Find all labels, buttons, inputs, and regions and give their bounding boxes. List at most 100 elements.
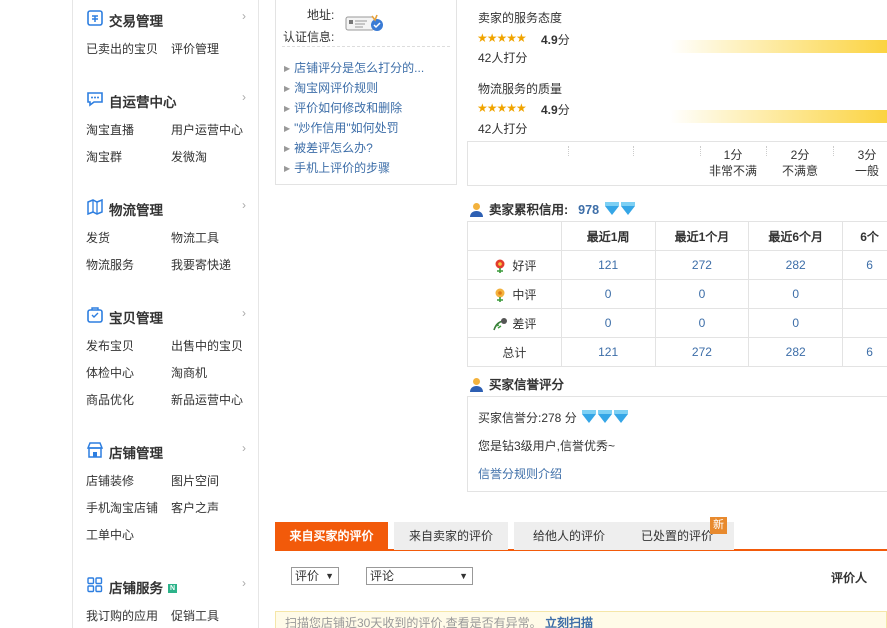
table-cell[interactable]: 0 [748, 308, 844, 338]
sidebar-section-header[interactable]: 交易管理 › [73, 8, 260, 30]
sidebar-link-weitao[interactable]: 发微淘 [171, 148, 207, 165]
credit-rule-link[interactable]: 信誉分规则介绍 [478, 465, 562, 482]
scale-item-2: 2分 不满意 [781, 148, 818, 178]
sidebar-section-title: 店铺管理 [109, 446, 163, 461]
table-cell[interactable]: 121 [560, 250, 656, 280]
goods-icon [87, 307, 103, 323]
help-link-shop-score[interactable]: ▶ 店铺评分是怎么打分的... [284, 59, 424, 76]
table-cell[interactable]: 0 [654, 308, 750, 338]
cert-label: 认证信息: [283, 30, 335, 44]
rating-filter-select[interactable]: 评价 ▼ [291, 567, 339, 585]
buyer-level-text: 您是钻3级用户,信誉优秀~ [478, 439, 616, 453]
table-cell[interactable]: 272 [654, 337, 750, 367]
sidebar: 交易管理 › 已卖出的宝贝 评价管理 自运营中心 › 淘宝直播 用户运营中心 淘… [72, 0, 259, 628]
table-cell[interactable]: 121 [560, 337, 656, 367]
chevron-right-icon[interactable]: › [242, 441, 246, 455]
tab-to-others[interactable]: 给他人的评价 [514, 522, 624, 550]
table-cell[interactable]: 0 [654, 279, 750, 309]
sidebar-link-sold-items[interactable]: 已卖出的宝贝 [86, 40, 158, 57]
sidebar-link-customer-voice[interactable]: 客户之声 [171, 499, 219, 516]
sidebar-link-logistics-service[interactable]: 物流服务 [86, 256, 134, 273]
sidebar-link-decorate[interactable]: 店铺装修 [86, 472, 134, 489]
table-cell[interactable]: 272 [654, 250, 750, 280]
new-badge: 新 [710, 517, 727, 534]
table-cell[interactable]: 0 [560, 308, 656, 338]
person-icon [470, 378, 483, 392]
table-header-row: 最近1周 最近1个月 最近6个月 6个 [467, 221, 887, 251]
sidebar-section-goods: 宝贝管理 › 发布宝贝 出售中的宝贝 体检中心 淘商机 商品优化 新品运营中心 [73, 305, 260, 407]
chevron-right-icon[interactable]: › [242, 90, 246, 104]
table-cell[interactable]: 0 [560, 279, 656, 309]
triangle-right-icon: ▶ [284, 64, 291, 73]
seller-credit-header: 卖家累积信用: 978 [469, 199, 635, 218]
sidebar-link-group[interactable]: 淘宝群 [86, 148, 122, 165]
comment-filter-select[interactable]: 评论 ▼ [366, 567, 473, 585]
sidebar-section-title: 物流管理 [109, 203, 163, 218]
help-link-mobile-rating[interactable]: ▶ 手机上评价的步骤 [284, 159, 390, 176]
scan-notice: 扫描您店铺近30天收到的评价,查看是否有异常。 立刻扫描 [275, 611, 887, 628]
table-cell[interactable]: 6 [842, 337, 887, 367]
sidebar-section-header[interactable]: 物流管理 › [73, 197, 260, 219]
table-row: 总计 121 272 282 6 [467, 337, 887, 367]
person-icon [470, 203, 483, 217]
sidebar-section-header[interactable]: 店铺管理 › [73, 440, 260, 462]
sidebar-section-title: 宝贝管理 [109, 311, 163, 326]
chevron-right-icon[interactable]: › [242, 198, 246, 212]
sidebar-link-rating-management[interactable]: 评价管理 [171, 40, 219, 57]
sidebar-link-publish[interactable]: 发布宝贝 [86, 337, 134, 354]
sidebar-link-ship[interactable]: 发货 [86, 229, 110, 246]
help-link-rating-rules[interactable]: ▶ 淘宝网评价规则 [284, 79, 378, 96]
logistics-icon [87, 199, 103, 215]
triangle-right-icon: ▶ [284, 84, 291, 93]
sidebar-link-ticket[interactable]: 工单中心 [86, 526, 134, 543]
sidebar-section-header[interactable]: 自运营中心 › [73, 89, 260, 111]
table-cell[interactable] [842, 308, 887, 338]
sidebar-link-on-sale[interactable]: 出售中的宝贝 [171, 337, 243, 354]
table-row: 差评 0 0 0 [467, 308, 887, 338]
table-cell[interactable]: 282 [748, 337, 844, 367]
table-cell[interactable]: 6 [842, 250, 887, 280]
tab-from-buyers[interactable]: 来自买家的评价 [275, 522, 388, 550]
chevron-right-icon[interactable]: › [242, 576, 246, 590]
sidebar-link-live[interactable]: 淘宝直播 [86, 121, 134, 138]
sidebar-link-check-center[interactable]: 体检中心 [86, 364, 134, 381]
buyer-credit-box: 买家信誉分:278 分 您是钻3级用户,信誉优秀~ 信誉分规则介绍 [467, 396, 887, 492]
help-link-hype-penalty[interactable]: ▶ "炒作信用"如何处罚 [284, 119, 399, 136]
trade-icon [87, 10, 103, 26]
table-cell[interactable]: 0 [748, 279, 844, 309]
sidebar-section-shop-service: 店铺服务 N › 我订购的应用 促销工具 [73, 575, 260, 623]
sidebar-section-header[interactable]: 宝贝管理 › [73, 305, 260, 327]
sidebar-link-image-space[interactable]: 图片空间 [171, 472, 219, 489]
chevron-right-icon[interactable]: › [242, 306, 246, 320]
sidebar-link-user-ops[interactable]: 用户运营中心 [171, 121, 243, 138]
sidebar-link-my-apps[interactable]: 我订购的应用 [86, 607, 158, 624]
table-cell[interactable]: 282 [748, 250, 844, 280]
table-cell[interactable] [842, 279, 887, 309]
table-row: 中评 0 0 0 [467, 279, 887, 309]
rating-raters: 42人打分 [478, 51, 528, 65]
sidebar-link-optimize[interactable]: 商品优化 [86, 391, 134, 408]
triangle-right-icon: ▶ [284, 124, 291, 133]
grid-icon [87, 577, 103, 593]
sidebar-link-new-product[interactable]: 新品运营中心 [171, 391, 243, 408]
sidebar-section-self-operation: 自运营中心 › 淘宝直播 用户运营中心 淘宝群 发微淘 [73, 89, 260, 164]
rating-score: 4.9分 [541, 103, 570, 117]
sidebar-link-logistics-tools[interactable]: 物流工具 [171, 229, 219, 246]
sidebar-section-header[interactable]: 店铺服务 N › [73, 575, 260, 597]
help-link-bad-review[interactable]: ▶ 被差评怎么办? [284, 139, 373, 156]
chevron-right-icon[interactable]: › [242, 9, 246, 23]
sidebar-link-mobile-shop[interactable]: 手机淘宝店铺 [86, 499, 158, 516]
help-link-edit-delete[interactable]: ▶ 评价如何修改和删除 [284, 99, 402, 116]
sidebar-section-logistics: 物流管理 › 发货 物流工具 物流服务 我要寄快递 [73, 197, 260, 272]
buyer-score-line: 买家信誉分:278 分 [478, 409, 629, 426]
table-header-cell: 最近6个月 [748, 221, 844, 251]
sidebar-link-send-express[interactable]: 我要寄快递 [171, 256, 231, 273]
rating-label-logistics: 物流服务的质量 [478, 82, 563, 96]
rating-bar [670, 110, 887, 123]
row-label-cell: 中评 [467, 279, 562, 309]
tab-from-sellers[interactable]: 来自卖家的评价 [394, 522, 508, 550]
rater-column-header: 评价人 [831, 571, 868, 585]
scan-now-link[interactable]: 立刻扫描 [545, 616, 593, 628]
sidebar-link-opportunity[interactable]: 淘商机 [171, 364, 207, 381]
sidebar-link-promo-tools[interactable]: 促销工具 [171, 607, 219, 624]
